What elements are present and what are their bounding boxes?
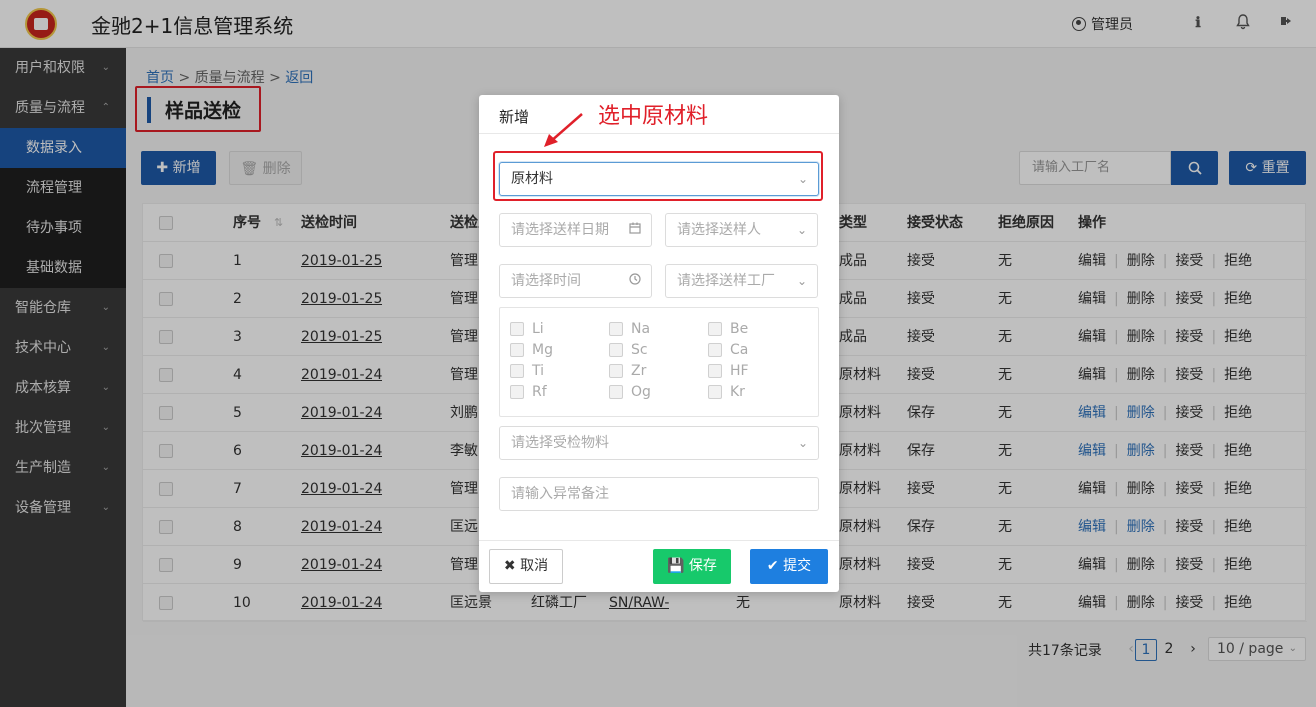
inspected-material-select[interactable]: 请选择受检物料 ⌄ xyxy=(499,426,819,460)
element-checkbox[interactable]: Sc xyxy=(609,341,648,359)
element-checkbox[interactable]: Og xyxy=(609,383,651,401)
element-checkbox[interactable]: Ti xyxy=(510,362,544,380)
element-checkbox[interactable]: Kr xyxy=(708,383,745,401)
factory-select[interactable]: 请选择送样工厂 ⌄ xyxy=(665,264,818,298)
remark-input[interactable]: 请输入异常备注 xyxy=(499,477,819,511)
element-checkbox[interactable]: Rf xyxy=(510,383,547,401)
element-checkbox[interactable]: HF xyxy=(708,362,749,380)
add-dialog: 新增 原材料 ⌄ 请选择送样日期 请选择送样人 ⌄ 请选择时间 请选择送样工厂 … xyxy=(479,95,839,592)
chevron-down-icon: ⌄ xyxy=(797,172,808,186)
annotation-arrow-icon xyxy=(544,113,583,147)
element-checkbox[interactable]: Be xyxy=(708,320,748,338)
material-type-select[interactable]: 原材料 ⌄ xyxy=(499,162,819,196)
calendar-icon xyxy=(629,214,641,246)
sender-placeholder: 请选择送样人 xyxy=(677,222,761,238)
cancel-button[interactable]: ✖ 取消 xyxy=(489,549,563,584)
chevron-down-icon: ⌄ xyxy=(796,223,807,237)
element-checkbox[interactable]: Zr xyxy=(609,362,646,380)
clock-icon xyxy=(629,265,641,297)
element-checkbox[interactable]: Mg xyxy=(510,341,553,359)
save-button[interactable]: 💾 保存 xyxy=(653,549,731,584)
send-date-placeholder: 请选择送样日期 xyxy=(511,222,609,238)
element-checkbox[interactable]: Li xyxy=(510,320,544,338)
element-checkbox-group: Li Na Be Mg Sc Ca Ti Zr HF Rf Og Kr xyxy=(499,307,819,417)
dialog-footer-divider xyxy=(479,540,839,541)
send-date-picker[interactable]: 请选择送样日期 xyxy=(499,213,652,247)
annotation-text: 选中原材料 xyxy=(598,104,709,129)
chevron-down-icon: ⌄ xyxy=(796,274,807,288)
element-checkbox[interactable]: Na xyxy=(609,320,650,338)
chevron-down-icon: ⌄ xyxy=(797,436,808,450)
dialog-title: 新增 xyxy=(499,108,530,126)
time-picker[interactable]: 请选择时间 xyxy=(499,264,652,298)
submit-button[interactable]: ✔ 提交 xyxy=(750,549,828,584)
element-checkbox[interactable]: Ca xyxy=(708,341,748,359)
time-placeholder: 请选择时间 xyxy=(511,273,581,289)
factory-placeholder: 请选择送样工厂 xyxy=(677,273,775,289)
material-type-value: 原材料 xyxy=(511,171,553,187)
remark-placeholder: 请输入异常备注 xyxy=(511,486,609,502)
dialog-divider xyxy=(479,133,839,134)
material-placeholder: 请选择受检物料 xyxy=(511,435,609,451)
sender-select[interactable]: 请选择送样人 ⌄ xyxy=(665,213,818,247)
